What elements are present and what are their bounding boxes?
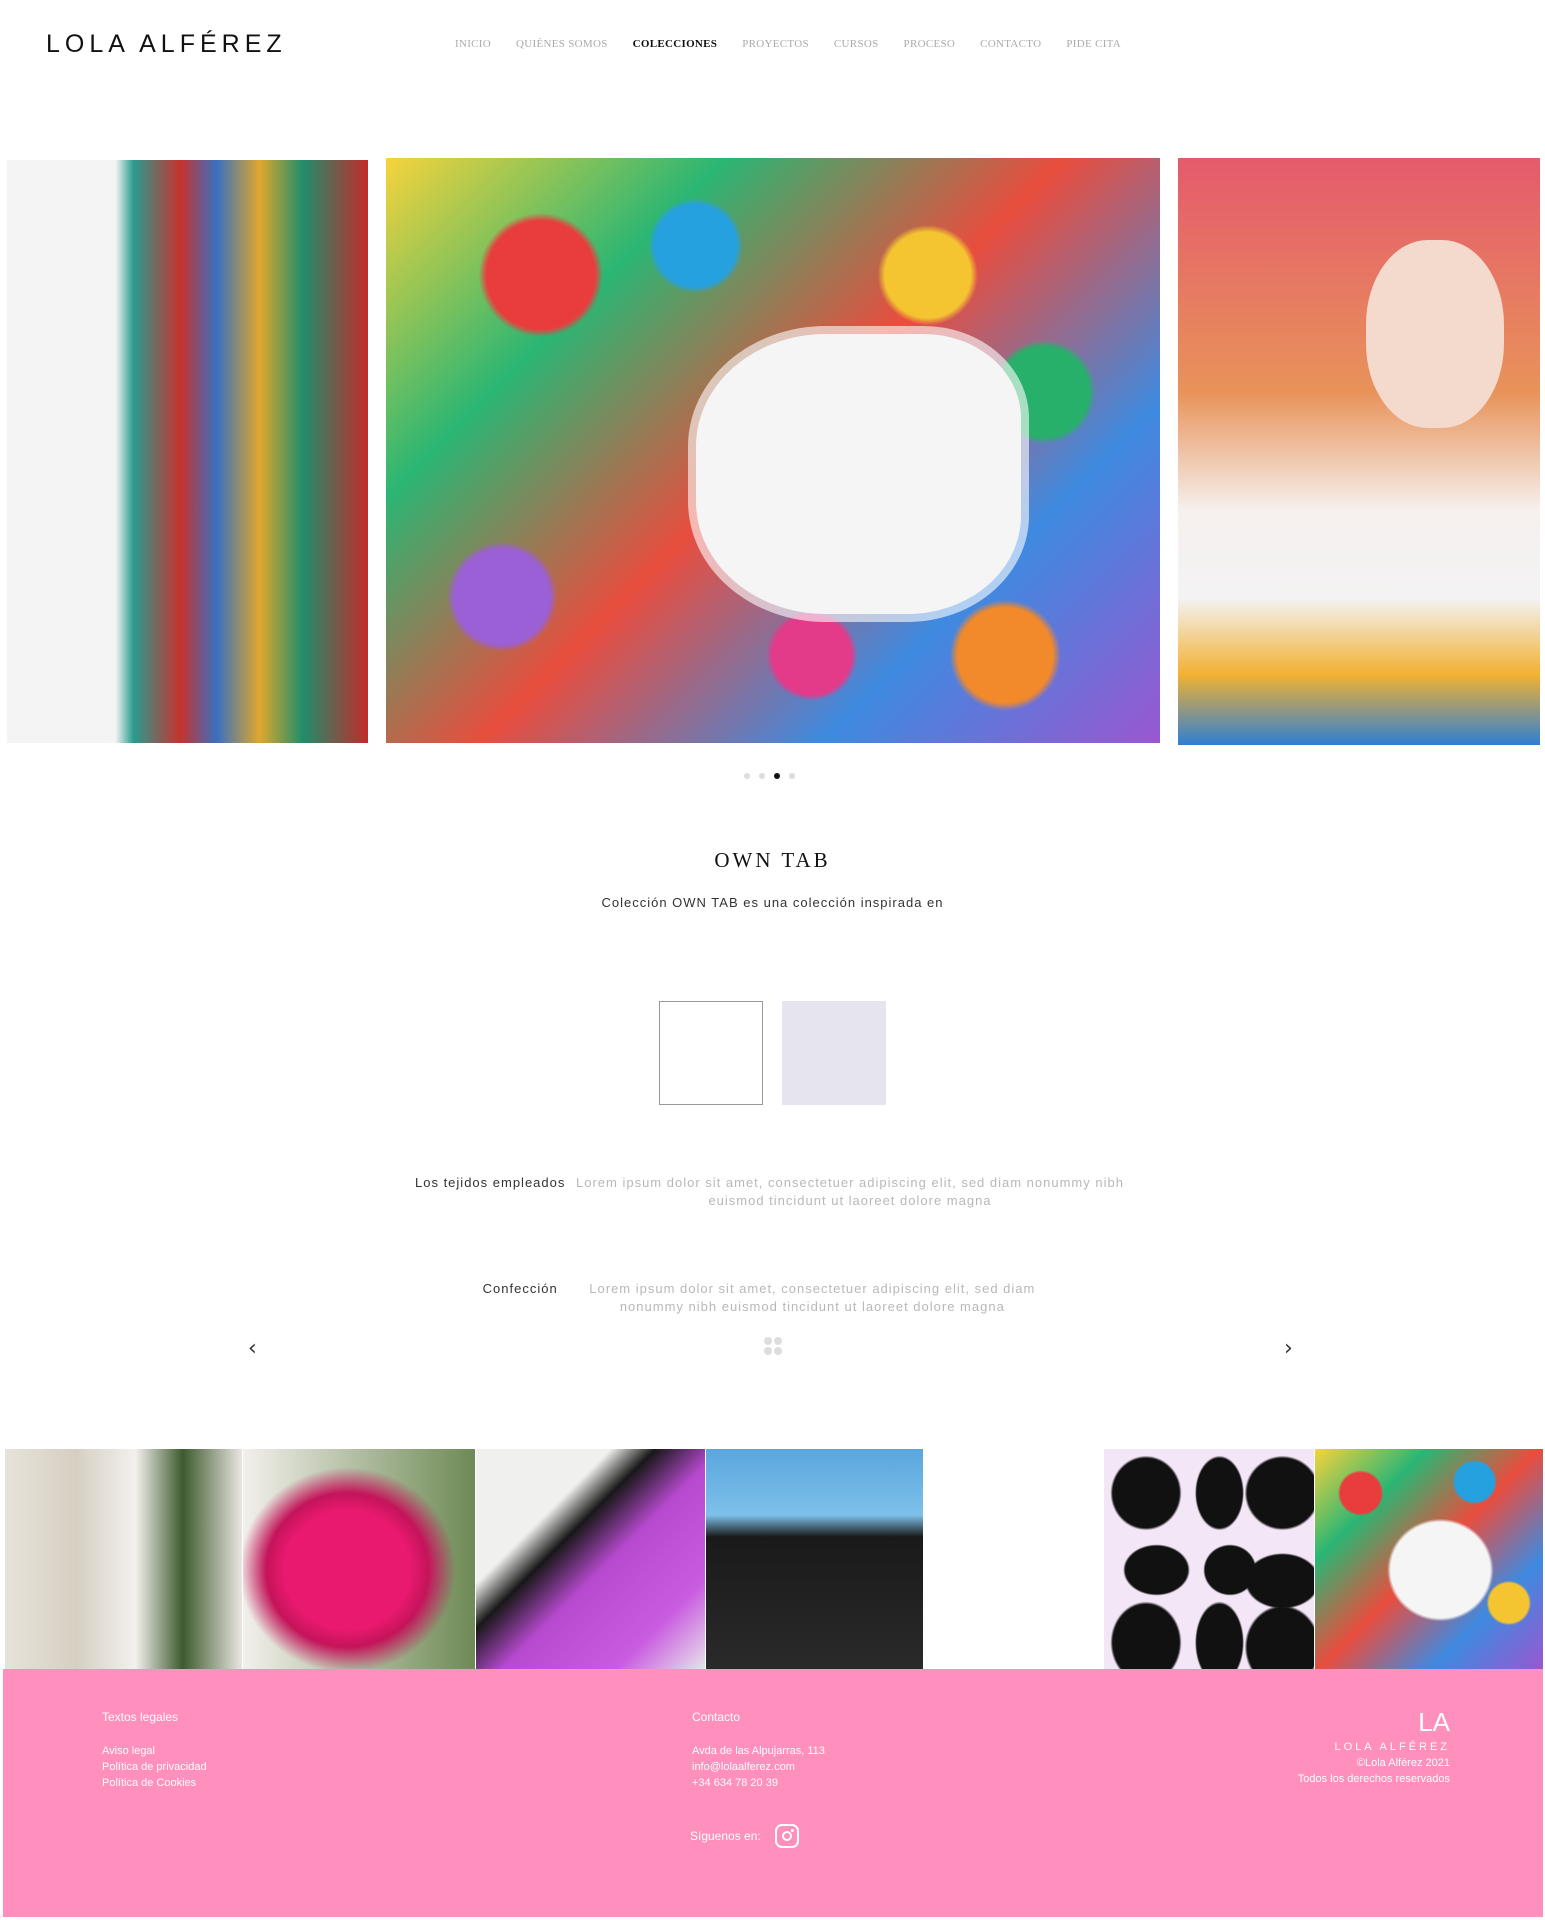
gallery-image-pink-dress[interactable] [243,1449,475,1669]
nav-inicio[interactable]: INICIO [455,38,491,50]
footer-phone[interactable]: +34 634 78 20 39 [692,1775,825,1791]
footer-brand-name: LOLA ALFÉREZ [1334,1741,1450,1753]
footer-contact-heading: Contacto [692,1710,741,1724]
nav-proyectos[interactable]: PROYECTOS [742,38,809,50]
site-logo[interactable]: LOLA ALFÉREZ [46,30,287,59]
footer-rights: Todos los derechos reservados [1297,1773,1450,1785]
nav-cursos[interactable]: CURSOS [834,38,879,50]
gallery-image-splatter-fabric[interactable] [706,1449,923,1669]
making-paragraph: Confección Lorem ipsum dolor sit amet, c… [0,1280,1545,1316]
chevron-left-icon[interactable]: ‹ [248,1336,257,1361]
gallery-image-ball-pit[interactable] [1315,1449,1543,1669]
footer-legal: Textos legales Aviso legal Política de p… [102,1709,207,1791]
fabrics-paragraph: Los tejidos empleados Lorem ipsum dolor … [0,1174,1545,1210]
hero-dot-1[interactable] [744,773,750,779]
footer-contact: Contacto Avda de las Alpujarras, 113 inf… [692,1709,825,1791]
hero-pagination [744,773,795,779]
fabrics-label: Los tejidos empleados [415,1175,566,1190]
link-cookies[interactable]: Política de Cookies [102,1775,207,1791]
footer-logo-mark: LA [1418,1707,1450,1737]
hero-dot-2[interactable] [759,773,765,779]
gallery-image-atelier[interactable] [5,1449,242,1669]
hero-dot-4[interactable] [789,773,795,779]
nav-proceso[interactable]: PROCESO [904,38,956,50]
collection-subtitle: Colección OWN TAB es una colección inspi… [601,895,944,910]
footer-email[interactable]: info@lolaalferez.com [692,1759,825,1775]
gallery-image-masks[interactable] [1104,1449,1314,1669]
making-label: Confección [482,1281,558,1296]
color-swatch-lavender[interactable] [782,1001,886,1105]
color-swatch-white[interactable] [659,1001,763,1105]
grid-view-icon[interactable] [764,1337,782,1355]
footer-brand: LA LOLA ALFÉREZ ©Lola Alférez 2021 Todos… [1298,1709,1450,1787]
link-aviso-legal[interactable]: Aviso legal [102,1743,207,1759]
site-footer: Textos legales Aviso legal Política de p… [3,1669,1543,1917]
model-face [1366,240,1504,428]
follow-label: Síguenos en: [690,1829,761,1843]
link-privacidad[interactable]: Política de privacidad [102,1759,207,1775]
hero-slide-next[interactable] [1178,158,1540,745]
fabrics-text: Lorem ipsum dolor sit amet, consectetuer… [576,1175,1124,1208]
gallery-image-purple-dress[interactable] [476,1449,705,1669]
footer-copyright: ©Lola Alférez 2021 [1356,1757,1450,1769]
nav-pide-cita[interactable]: PIDE CITA [1066,38,1121,50]
nav-contacto[interactable]: CONTACTO [980,38,1041,50]
footer-address: Avda de las Alpujarras, 113 [692,1745,825,1757]
hero-slide-prev[interactable] [7,160,368,743]
nav-quienes-somos[interactable]: QUIÉNES SOMOS [516,38,608,50]
collection-title: OWN TAB [714,848,831,872]
instagram-icon[interactable] [774,1824,799,1848]
footer-follow: Síguenos en: [690,1824,799,1848]
chevron-right-icon[interactable]: › [1284,1336,1293,1361]
nav-colecciones[interactable]: COLECCIONES [633,38,718,50]
main-nav: INICIO QUIÉNES SOMOS COLECCIONES PROYECT… [455,38,1146,50]
dress-figure [695,333,1021,615]
footer-legal-heading: Textos legales [102,1710,179,1724]
hero-slide-current[interactable] [386,158,1160,743]
making-text: Lorem ipsum dolor sit amet, consectetuer… [589,1281,1036,1314]
hero-dot-3[interactable] [774,773,780,779]
